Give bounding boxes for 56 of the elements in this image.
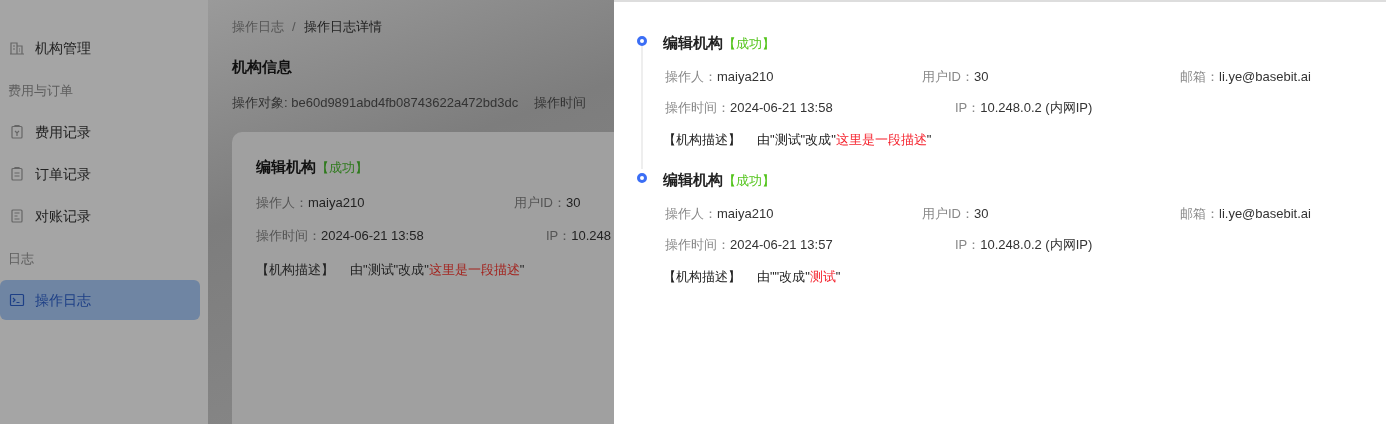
- field-value: 2024-06-21 13:57: [730, 236, 833, 254]
- receipt-icon: [9, 124, 25, 140]
- field-value: 10.248.0.2 (内网IP): [980, 236, 1093, 254]
- field-label: IP：: [955, 99, 981, 117]
- field-value: maiya210: [308, 193, 365, 212]
- building-icon: [9, 40, 25, 56]
- field-label: 【机构描述】: [663, 267, 741, 286]
- sidebar-item[interactable]: 机构管理: [0, 28, 200, 68]
- field-label: 操作时间：: [256, 227, 321, 245]
- sidebar-item[interactable]: 对账记录: [0, 196, 200, 236]
- field-value: li.ye@basebit.ai: [1219, 67, 1311, 86]
- change-text: 由"测试"改成"这里是一段描述": [350, 260, 525, 279]
- terminal-icon: [9, 292, 25, 308]
- field-label: 操作人：: [256, 193, 308, 212]
- entry-title: 编辑机构: [663, 33, 723, 53]
- document-icon: [9, 208, 25, 224]
- field-label: 操作时间：: [665, 236, 730, 254]
- sidebar-item[interactable]: 订单记录: [0, 154, 200, 194]
- field-label: 【机构描述】: [663, 130, 741, 149]
- field-label: IP：: [546, 227, 572, 245]
- change-text: 由"测试"改成"这里是一段描述": [757, 130, 932, 149]
- field-label: 用户ID：: [922, 204, 974, 223]
- status-text: 【成功】: [723, 171, 775, 190]
- field-value: 10.248: [571, 227, 612, 245]
- section-header: 日志: [8, 250, 34, 269]
- entry-title: 编辑机构: [256, 157, 316, 177]
- field-label: IP：: [955, 236, 981, 254]
- meta-text: 操作时间: [534, 93, 587, 112]
- field-label: 用户ID：: [922, 67, 974, 86]
- breadcrumb-current: 操作日志详情: [303, 18, 382, 37]
- field-value: 30: [974, 204, 989, 223]
- field-label: 用户ID：: [514, 193, 566, 212]
- field-value: 10.248.0.2 (内网IP): [980, 99, 1093, 117]
- field-label: 邮箱：: [1180, 67, 1219, 86]
- meta-text: 操作对象: be60d9891abd4fb08743622a472bd3dc: [232, 93, 519, 112]
- section-title: 机构信息: [232, 57, 293, 77]
- field-value: maiya210: [717, 204, 774, 223]
- field-label: 操作人：: [665, 204, 717, 223]
- status-text: 【成功】: [723, 34, 775, 53]
- field-label: 邮箱：: [1180, 204, 1219, 223]
- field-value: 30: [566, 193, 581, 212]
- field-value: 30: [974, 67, 989, 86]
- status-text: 【成功】: [316, 158, 368, 177]
- field-label: 操作时间：: [665, 99, 730, 117]
- sidebar-item[interactable]: 费用记录: [0, 112, 200, 152]
- section-header: 费用与订单: [8, 82, 73, 101]
- field-label: 操作人：: [665, 67, 717, 86]
- change-text: 由""改成"测试": [757, 267, 841, 286]
- entry-title: 编辑机构: [663, 170, 723, 190]
- breadcrumb-separator: /: [292, 18, 296, 37]
- field-value: 2024-06-21 13:58: [730, 99, 833, 117]
- field-value: 2024-06-21 13:58: [321, 227, 424, 245]
- field-label: 【机构描述】: [256, 260, 334, 279]
- field-value: maiya210: [717, 67, 774, 86]
- clipboard-icon: [9, 166, 25, 182]
- field-value: li.ye@basebit.ai: [1219, 204, 1311, 223]
